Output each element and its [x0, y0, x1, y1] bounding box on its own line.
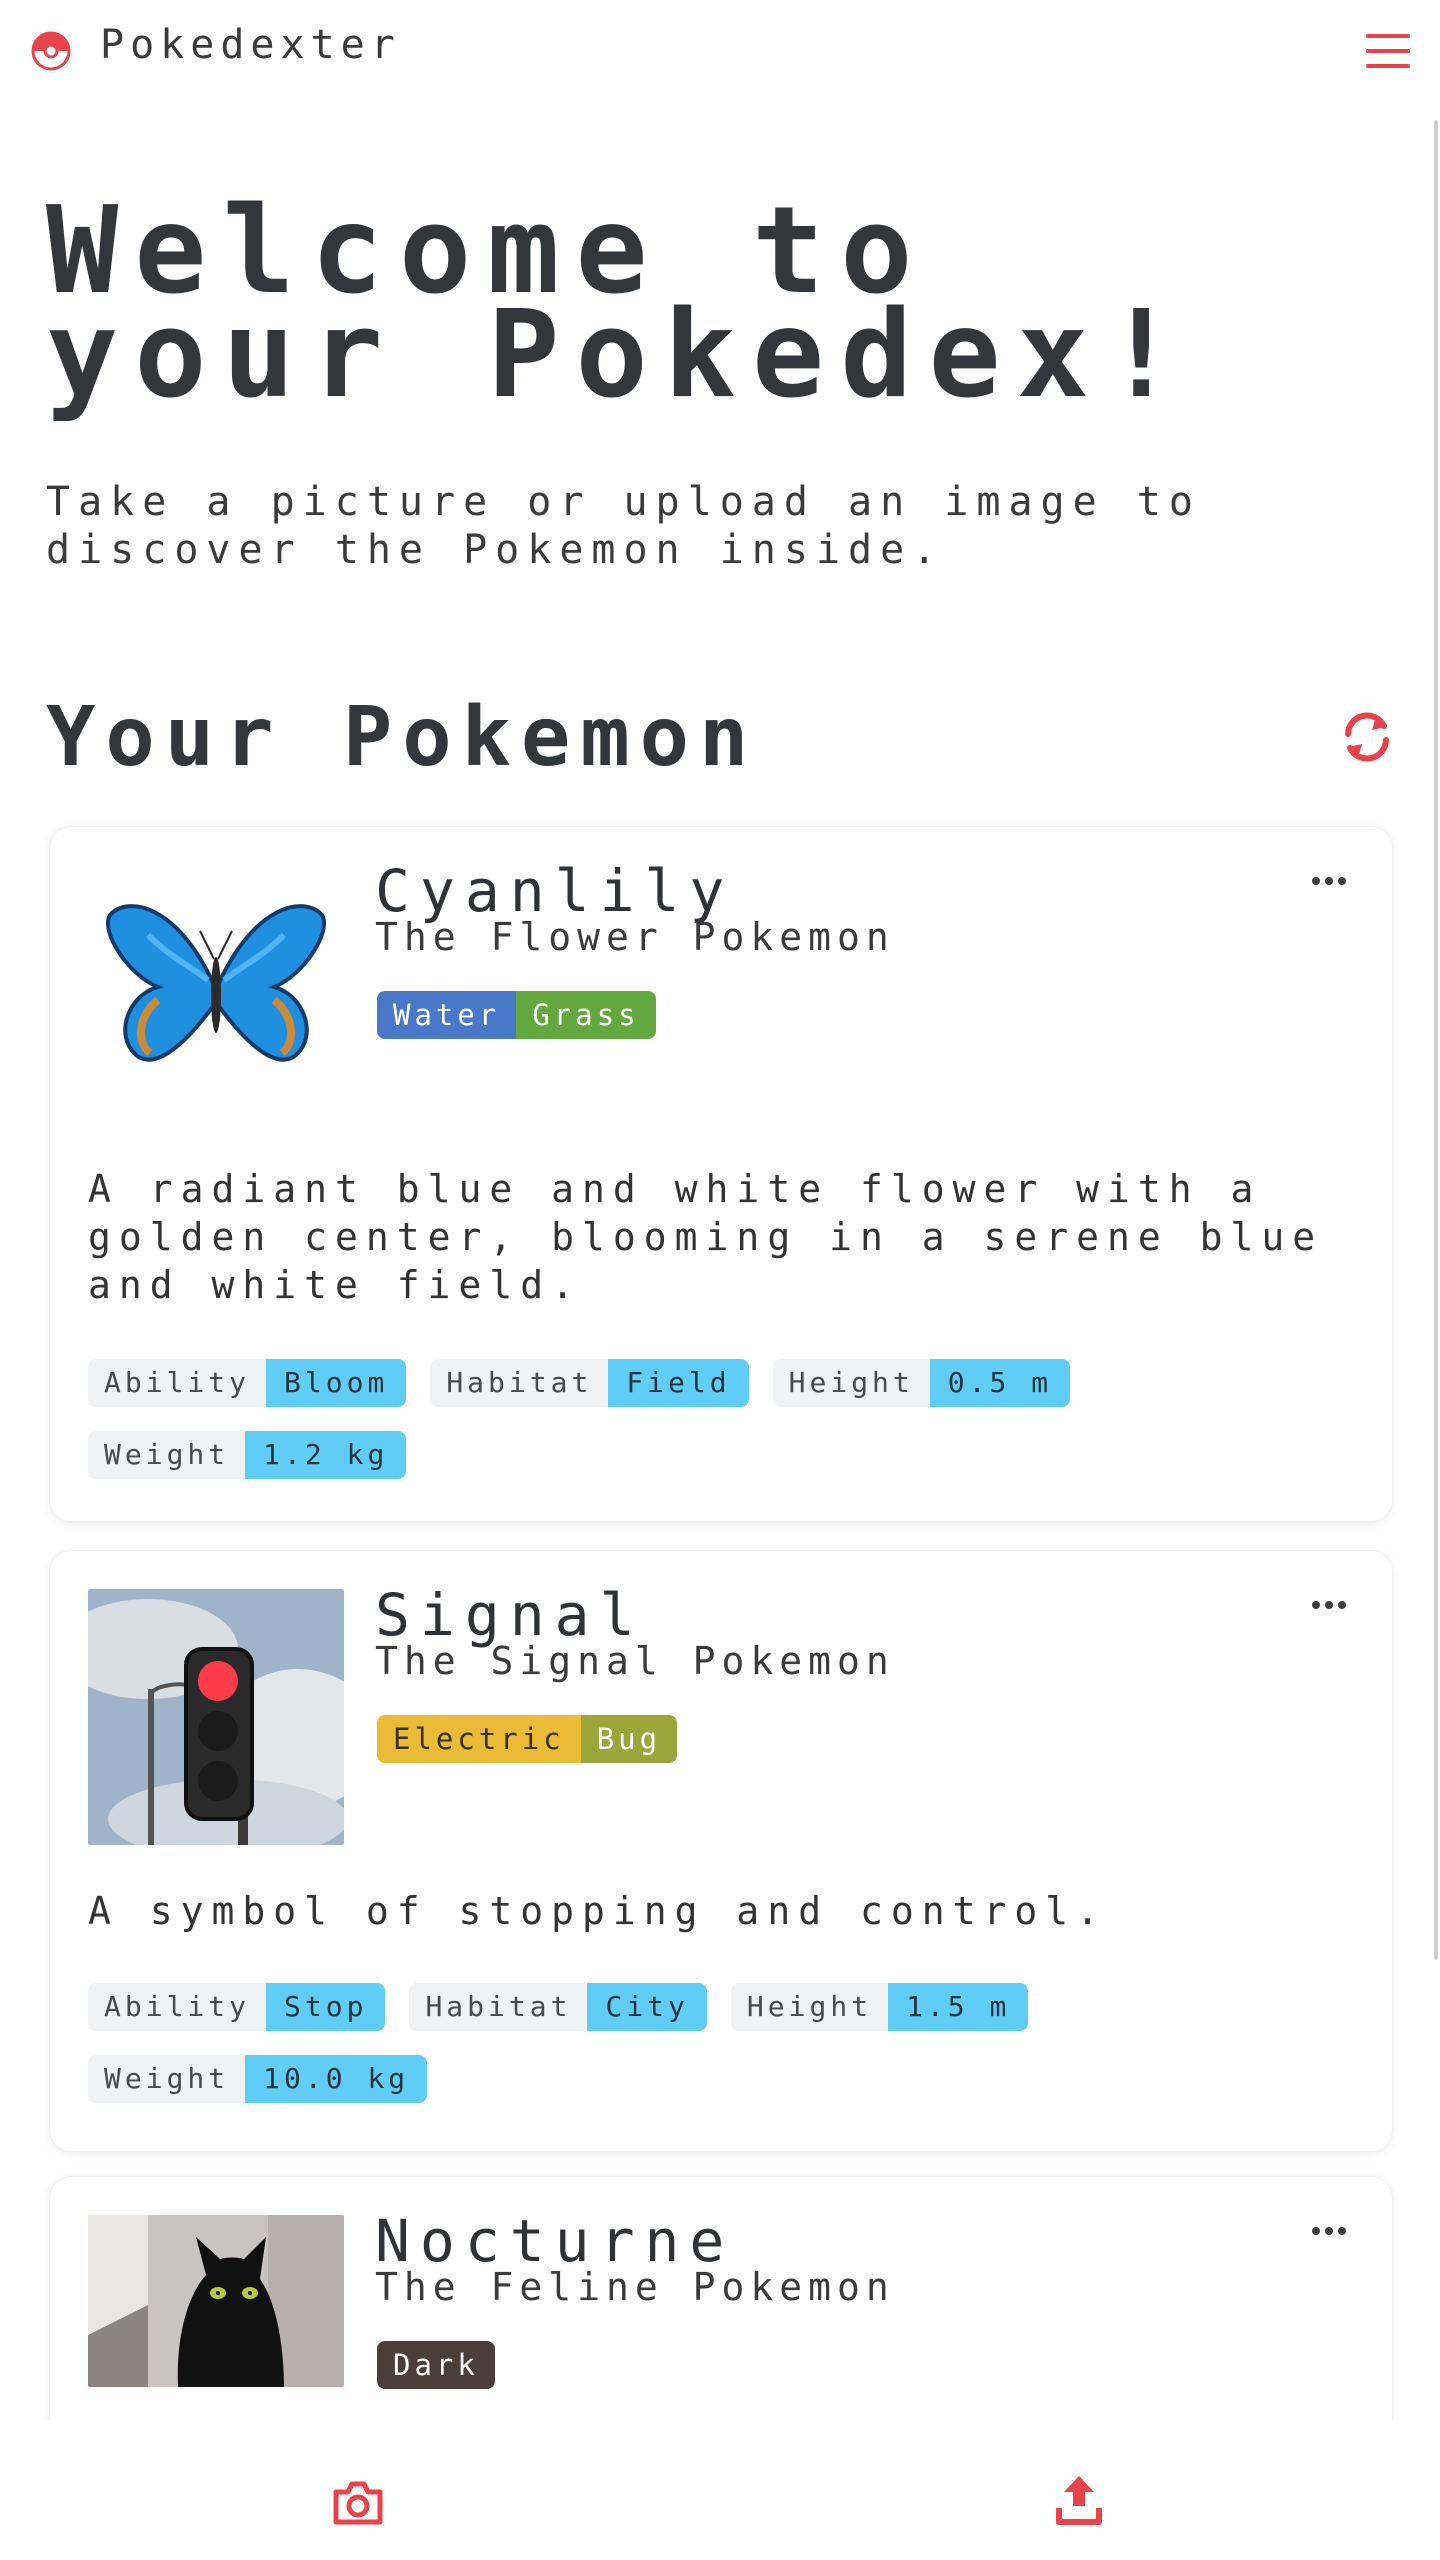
app-brand[interactable]: Pokedexter: [100, 22, 401, 68]
hero-title: Welcome to your Pokedex!: [46, 192, 1386, 416]
stat-value: Bloom: [266, 1359, 407, 1407]
pokemon-description: A radiant blue and white flower with a g…: [88, 1167, 1324, 1307]
type-badge-electric: Electric: [377, 1715, 581, 1763]
type-badge-dark: Dark: [377, 2341, 495, 2389]
stat-value: Field: [608, 1359, 749, 1407]
stat-height: Height 0.5 m: [772, 1359, 1071, 1407]
hero-subtitle: Take a picture or upload an image to dis…: [46, 479, 1201, 573]
camera-icon[interactable]: [332, 2478, 384, 2526]
stat-list: Ability Bloom Habitat Field Height 0.5 m We…: [88, 1359, 1368, 1479]
stat-height: Height 1.5 m: [730, 1983, 1029, 2031]
stat-value: 1.2 kg: [245, 1431, 407, 1479]
more-icon[interactable]: [1312, 1601, 1348, 1611]
hero-title-line2: your Pokedex!: [46, 286, 1194, 425]
scrollbar[interactable]: [1434, 120, 1438, 1960]
stat-ability: Ability Bloom: [88, 1359, 407, 1407]
pokemon-species: The Feline Pokemon: [375, 2265, 895, 2309]
butterfly-image: [88, 865, 344, 1121]
hamburger-icon[interactable]: [1366, 34, 1410, 68]
stat-value: 10.0 kg: [245, 2055, 428, 2103]
pokemon-card[interactable]: Cyanlily The Flower Pokemon Water Grass …: [49, 826, 1393, 1522]
type-badge-bug: Bug: [580, 1715, 678, 1763]
stat-list: Ability Stop Habitat City Height 1.5 m Weig…: [88, 1983, 1368, 2103]
stat-value: Stop: [266, 1983, 386, 2031]
traffic-light-image: [88, 1589, 344, 1845]
stat-habitat: Habitat City: [409, 1983, 707, 2031]
stat-value: 0.5 m: [929, 1359, 1071, 1407]
stat-value: City: [587, 1983, 707, 2031]
stat-value: 1.5 m: [888, 1983, 1029, 2031]
stat-habitat: Habitat Field: [430, 1359, 749, 1407]
refresh-icon[interactable]: [1340, 710, 1394, 764]
stat-key: Height: [730, 1983, 889, 2031]
pokemon-species: The Flower Pokemon: [375, 915, 895, 959]
type-badges: Dark: [377, 2341, 495, 2389]
type-badge-water: Water: [377, 991, 517, 1039]
stat-key: Ability: [88, 1359, 267, 1407]
more-icon[interactable]: [1312, 2227, 1348, 2237]
pokemon-species: The Signal Pokemon: [375, 1639, 895, 1683]
stat-key: Height: [772, 1359, 930, 1407]
stat-key: Habitat: [409, 1983, 588, 2031]
stat-weight: Weight 1.2 kg: [88, 1431, 407, 1479]
upload-icon[interactable]: [1056, 2472, 1102, 2526]
type-badges: Water Grass: [377, 991, 656, 1039]
stat-key: Habitat: [430, 1359, 609, 1407]
more-icon[interactable]: [1312, 877, 1348, 887]
stat-key: Ability: [88, 1983, 267, 2031]
pokemon-card[interactable]: Signal The Signal Pokemon Electric Bug A…: [49, 1550, 1393, 2152]
stat-ability: Ability Stop: [88, 1983, 386, 2031]
bottom-action-bar: [0, 2420, 1440, 2560]
top-app-bar: Pokedexter: [0, 0, 1440, 100]
pokemon-description: A symbol of stopping and control.: [88, 1889, 1107, 1933]
stat-key: Weight: [88, 1431, 246, 1479]
stat-weight: Weight 10.0 kg: [88, 2055, 428, 2103]
type-badges: Electric Bug: [377, 1715, 678, 1763]
stat-key: Weight: [88, 2055, 246, 2103]
section-title: Your Pokemon: [46, 690, 759, 785]
pokeball-icon: [31, 31, 71, 71]
black-cat-image: [88, 2215, 344, 2387]
type-badge-grass: Grass: [516, 991, 656, 1039]
